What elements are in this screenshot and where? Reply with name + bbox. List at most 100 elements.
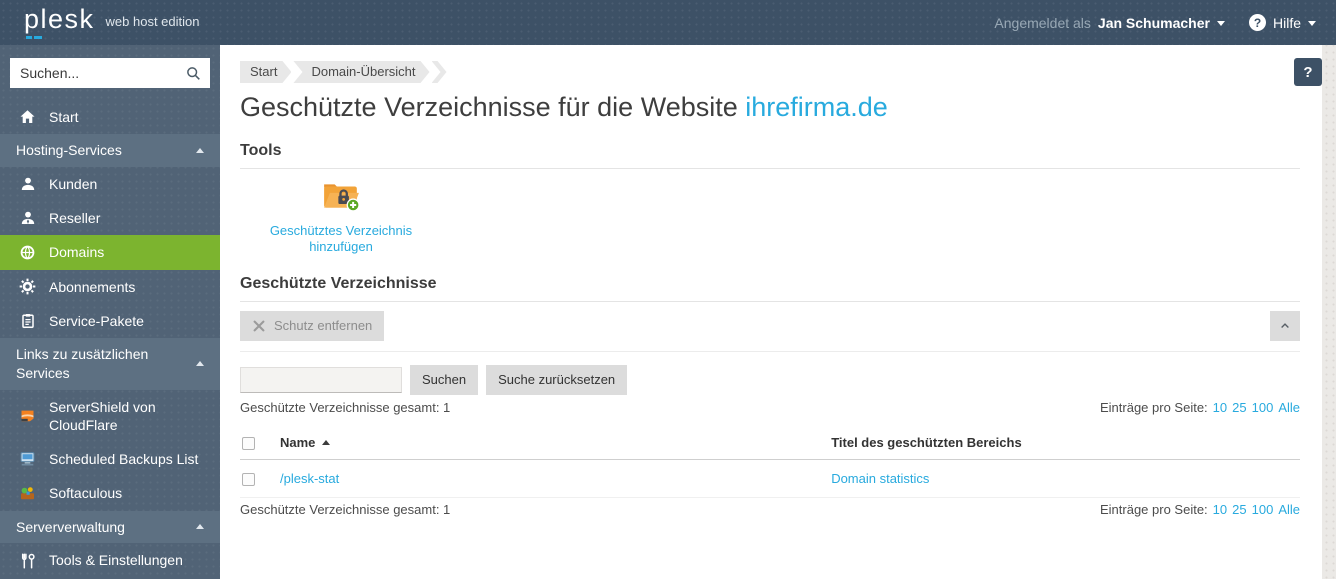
remove-protection-label: Schutz entfernen (274, 318, 373, 333)
column-header-name[interactable]: Name (280, 434, 331, 450)
total-count-label: Geschützte Verzeichnisse gesamt: 1 (240, 501, 451, 517)
sidebar-item-start[interactable]: Start (0, 100, 220, 134)
sidebar-item-service-pakete[interactable]: Service-Pakete (0, 304, 220, 338)
page-title-text: Geschützte Verzeichnisse für die Website (240, 92, 738, 122)
sidebar-item-label: Kunden (49, 176, 98, 193)
add-protected-directory-button[interactable]: Geschütztes Verzeichnis hinzufügen (266, 180, 416, 256)
customer-icon (18, 176, 37, 192)
topbar-right: Angemeldet als Jan Schumacher ? Hilfe (994, 14, 1316, 31)
sidebar-item-label: Softaculous (49, 485, 123, 502)
question-circle-icon: ? (1248, 14, 1266, 31)
directory-title-link[interactable]: Domain statistics (831, 471, 929, 486)
search-button[interactable]: Suchen (410, 364, 479, 395)
per-page-option-10[interactable]: 10 (1213, 400, 1227, 415)
sidebar-item-label: Tools & Einstellungen (49, 552, 183, 569)
softaculous-icon (18, 485, 37, 501)
list-summary-top: Geschützte Verzeichnisse gesamt: 1 Eintr… (240, 400, 1300, 415)
breadcrumb-item-current: Domain-Übersicht (293, 61, 429, 83)
sidebar-item-label: Abonnements (49, 278, 136, 295)
chevron-up-icon (196, 520, 204, 530)
per-page-option-alle[interactable]: Alle (1278, 400, 1300, 415)
sidebar-item-label: Start (49, 109, 79, 125)
sidebar-section-serververwaltung[interactable]: Serververwaltung (0, 510, 220, 544)
protected-directories-heading: Geschützte Verzeichnisse (240, 275, 1300, 302)
sidebar-item-abonnements[interactable]: Abonnements (0, 270, 220, 304)
per-page-control: Einträge pro Seite: 10 25 100 Alle (1100, 400, 1300, 415)
sidebar-item-label: Service-Pakete (49, 312, 144, 329)
per-page-control: Einträge pro Seite: 10 25 100 Alle (1100, 502, 1300, 517)
globe-icon (18, 244, 37, 261)
service-plan-icon (18, 313, 37, 329)
per-page-option-100[interactable]: 100 (1252, 400, 1274, 415)
page-title-domain: ihrefirma.de (745, 92, 888, 122)
page-title: Geschützte Verzeichnisse für die Website… (240, 92, 1300, 123)
reseller-icon (18, 210, 37, 226)
sidebar-item-servershield[interactable]: ServerShield von CloudFlare (0, 390, 220, 442)
sidebar-item-kunden[interactable]: Kunden (0, 167, 220, 201)
sidebar: Start Hosting-Services Kunden (0, 45, 220, 579)
user-menu[interactable]: Jan Schumacher (1098, 15, 1225, 31)
per-page-option-25[interactable]: 25 (1232, 502, 1246, 517)
section-title: Links zu zusätzlichen Services (16, 346, 149, 381)
home-icon (18, 109, 37, 125)
chevron-down-icon (1216, 20, 1225, 30)
sidebar-search-input[interactable] (20, 65, 186, 81)
cloudflare-icon (18, 408, 37, 424)
backups-icon (18, 451, 37, 467)
list-summary-bottom: Geschützte Verzeichnisse gesamt: 1 Eintr… (240, 502, 1300, 517)
chevron-up-icon (196, 144, 204, 154)
per-page-option-25[interactable]: 25 (1232, 400, 1246, 415)
per-page-label: Einträge pro Seite: (1099, 399, 1208, 415)
gear-icon (18, 278, 37, 295)
chevron-down-icon (1308, 20, 1316, 30)
help-menu[interactable]: ? Hilfe (1248, 14, 1316, 31)
sidebar-item-scheduled-backups[interactable]: Scheduled Backups List (0, 442, 220, 476)
chevron-up-icon (196, 357, 204, 367)
plesk-page: plesk web host edition Angemeldet als Ja… (0, 0, 1336, 579)
directory-name-link[interactable]: /plesk-stat (280, 471, 339, 486)
list-toolbar: Schutz entfernen (240, 310, 1300, 341)
sidebar-item-label: Domains (49, 244, 105, 261)
sidebar-item-domains[interactable]: Domains (0, 235, 220, 270)
sidebar-item-reseller[interactable]: Reseller (0, 201, 220, 235)
collapse-search-button[interactable] (1270, 310, 1300, 341)
tools-heading: Tools (240, 142, 1300, 169)
chevron-up-icon (1281, 322, 1289, 328)
remove-x-icon (253, 320, 265, 331)
per-page-option-100[interactable]: 100 (1252, 502, 1274, 517)
sidebar-item-softaculous[interactable]: Softaculous (0, 476, 220, 510)
edition-label: web host edition (105, 14, 200, 29)
table-row: /plesk-stat Domain statistics (240, 459, 1300, 498)
per-page-option-10[interactable]: 10 (1213, 502, 1227, 517)
topbar: plesk web host edition Angemeldet als Ja… (0, 0, 1336, 45)
sidebar-item-label: Reseller (49, 210, 101, 227)
divider (240, 350, 1300, 352)
remove-protection-button[interactable]: Schutz entfernen (240, 310, 385, 341)
table-header-row: Name Titel des geschützten Bereichs (240, 425, 1300, 460)
row-checkbox[interactable] (242, 472, 255, 486)
select-all-checkbox[interactable] (242, 436, 255, 450)
sort-ascending-icon (322, 436, 331, 446)
add-protected-directory-label: Geschütztes Verzeichnis hinzufügen (269, 223, 413, 255)
sidebar-section-hosting-services[interactable]: Hosting-Services (0, 134, 220, 168)
breadcrumb-item-start[interactable]: Start (240, 61, 291, 83)
context-help-button[interactable]: ? (1294, 58, 1322, 86)
signed-in-label: Angemeldet als (994, 14, 1091, 31)
protected-directories-table: Name Titel des geschützten Bereichs /ple… (240, 425, 1300, 498)
column-header-title: Titel des geschützten Bereichs (827, 425, 1300, 460)
reset-search-button[interactable]: Suche zurücksetzen (486, 364, 628, 395)
total-count-label: Geschützte Verzeichnisse gesamt: 1 (240, 399, 451, 415)
breadcrumb-tail (431, 61, 447, 83)
sidebar-item-tools-einstellungen[interactable]: Tools & Einstellungen (0, 543, 220, 577)
sidebar-item-label: ServerShield von CloudFlare (49, 398, 156, 433)
section-title: Hosting-Services (16, 142, 122, 159)
user-name-label: Jan Schumacher (1097, 14, 1210, 31)
sidebar-section-zusatz-services[interactable]: Links zu zusätzlichen Services (0, 338, 220, 390)
plesk-logo[interactable]: plesk (24, 6, 95, 39)
list-search-input[interactable] (240, 366, 402, 393)
per-page-label: Einträge pro Seite: (1099, 501, 1208, 517)
column-header-name-label: Name (280, 434, 316, 450)
per-page-option-alle[interactable]: Alle (1278, 502, 1300, 517)
help-label: Hilfe (1272, 14, 1301, 31)
search-icon[interactable] (186, 66, 201, 81)
